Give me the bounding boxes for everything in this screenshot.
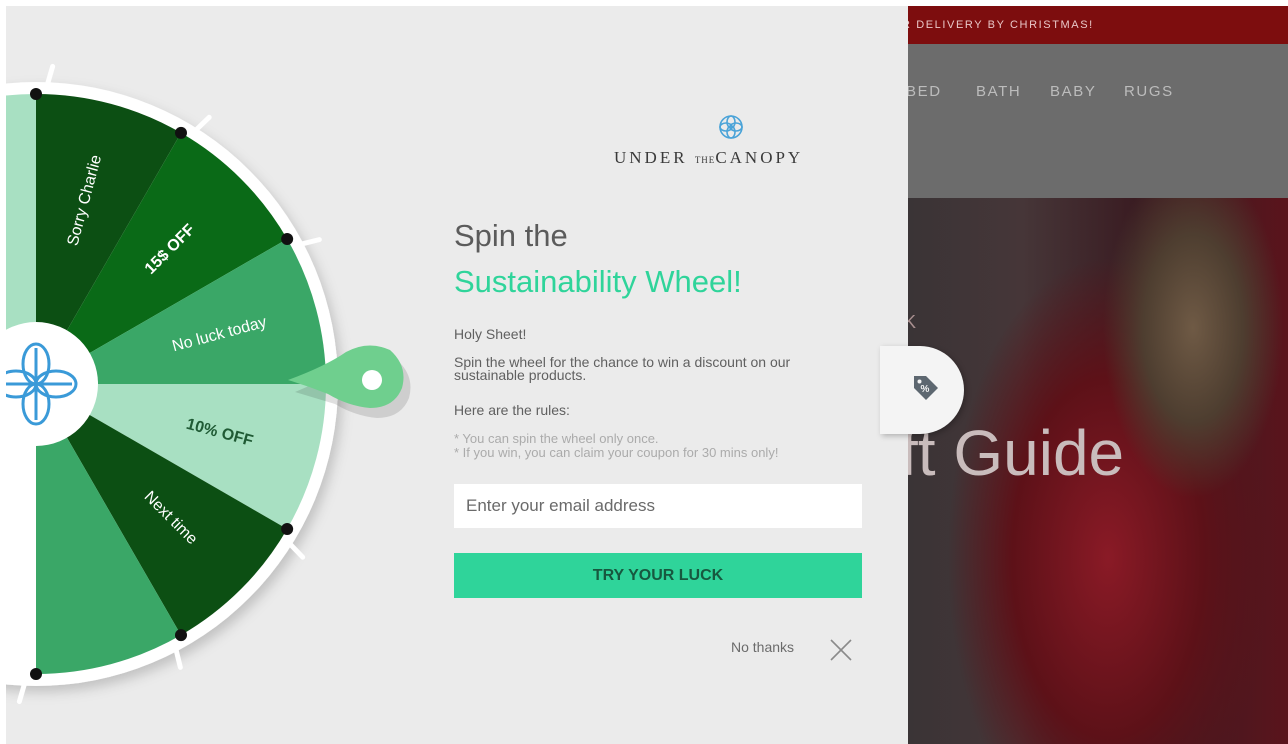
- wheel-tick: [190, 114, 212, 136]
- nav-item-baby[interactable]: BABY: [1050, 83, 1096, 100]
- nav-item-bath[interactable]: BATH: [976, 83, 1021, 100]
- email-input[interactable]: [454, 484, 862, 528]
- hero-banner: K ft Guide: [908, 198, 1288, 744]
- nav-item-bed[interactable]: BED: [908, 83, 942, 100]
- wheel-peg: [281, 523, 294, 535]
- promo-bar: R DELIVERY BY CHRISTMAS!: [908, 6, 1288, 44]
- coupon-tab[interactable]: %: [880, 346, 964, 434]
- wheel-peg: [175, 126, 187, 139]
- wheel-peg: [30, 668, 42, 680]
- nav-item-rugs[interactable]: RUGS: [1124, 83, 1174, 100]
- brand-name-under: UNDER: [614, 148, 695, 167]
- brand-name: UNDER THECANOPY: [614, 148, 803, 168]
- background-site: R DELIVERY BY CHRISTMAS! BED BATH BABY R…: [908, 6, 1288, 744]
- description-text: Spin the wheel for the chance to win a d…: [454, 354, 791, 383]
- close-icon[interactable]: [828, 637, 854, 663]
- brand-name-the: THE: [694, 155, 716, 165]
- headline-line2: Sustainability Wheel!: [454, 264, 742, 299]
- brand-name-canopy: CANOPY: [715, 148, 804, 167]
- hero-small-text: K: [908, 312, 919, 332]
- rule-item: * You can spin the wheel only once.: [454, 431, 659, 446]
- wheel-peg: [175, 629, 187, 642]
- prize-wheel[interactable]: 25$ OFFSorry Charlie15$ OFFNo luck today…: [6, 6, 440, 744]
- svg-text:%: %: [921, 384, 930, 395]
- wheel-tick: [284, 538, 306, 560]
- greeting-text: Holy Sheet!: [454, 326, 527, 342]
- rule-item: * If you win, you can claim your coupon …: [454, 445, 779, 460]
- mandala-icon: [719, 115, 743, 139]
- site-nav: BED BATH BABY RUGS: [908, 44, 1288, 198]
- rules-title: Here are the rules:: [454, 402, 570, 418]
- spin-wheel-popup: 25$ OFFSorry Charlie15$ OFFNo luck today…: [6, 6, 908, 744]
- wheel-peg: [281, 233, 294, 245]
- wheel-peg: [30, 88, 42, 100]
- percent-tag-icon: %: [914, 376, 938, 400]
- no-thanks-link[interactable]: No thanks: [731, 639, 794, 655]
- try-your-luck-button[interactable]: TRY YOUR LUCK: [454, 553, 862, 598]
- headline-line1: Spin the: [454, 218, 568, 253]
